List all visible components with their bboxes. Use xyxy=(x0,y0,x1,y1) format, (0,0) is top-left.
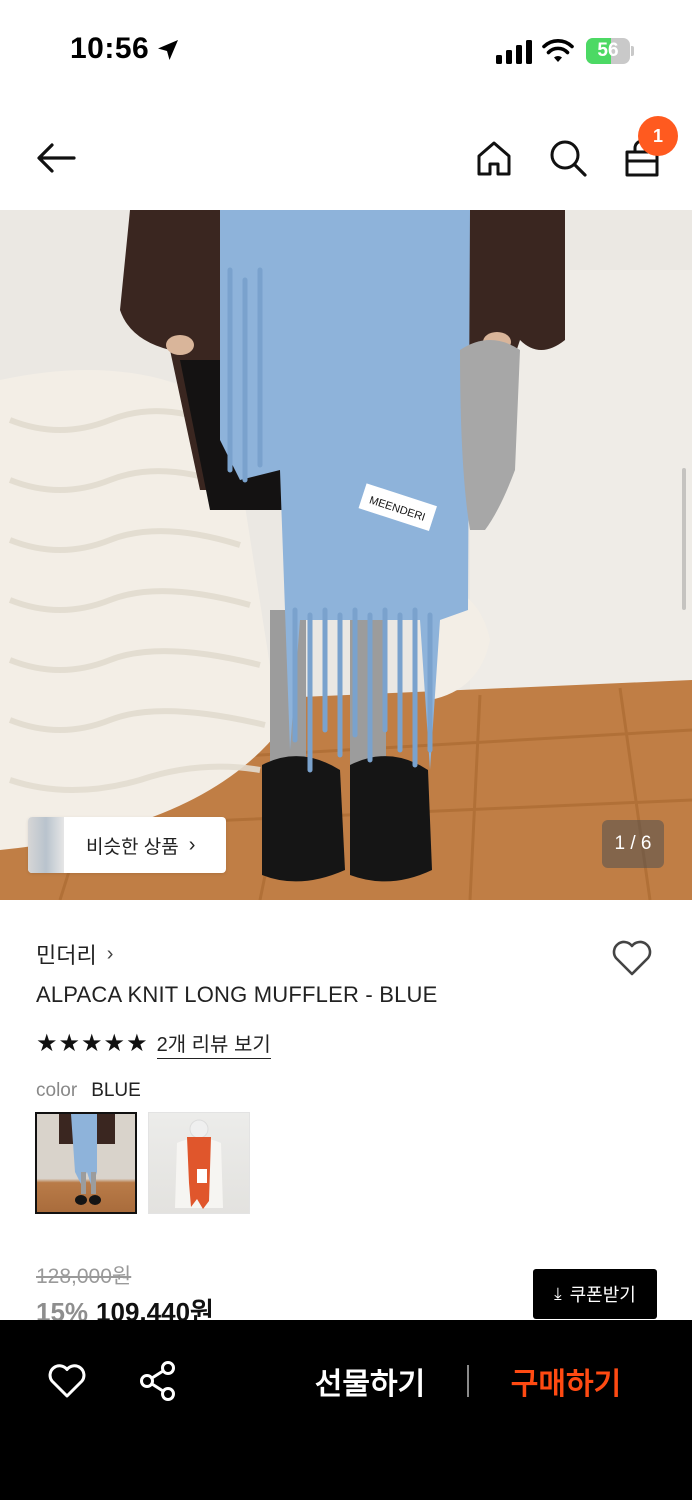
discount-rate: 15% xyxy=(36,1297,89,1322)
wifi-icon xyxy=(542,39,574,62)
action-divider xyxy=(467,1365,469,1397)
similar-products-label: 비슷한 상품 xyxy=(86,836,179,858)
cart-count-badge: 1 xyxy=(638,116,678,156)
download-icon: ⤓ xyxy=(554,1284,562,1303)
color-swatch-orange[interactable] xyxy=(148,1112,250,1214)
bottom-action-bar: 선물하기 구매하기 xyxy=(0,1320,692,1500)
battery-percentage: 56 xyxy=(597,40,619,61)
location-arrow-icon xyxy=(158,40,178,60)
search-button[interactable] xyxy=(546,136,590,180)
share-icon[interactable] xyxy=(138,1360,178,1402)
back-arrow-icon xyxy=(37,143,76,173)
product-title: ALPACA KNIT LONG MUFFLER - BLUE xyxy=(36,982,438,1007)
sale-price: 109,440원 xyxy=(96,1297,214,1322)
rating-stars: ★ ★ ★ ★ ★ xyxy=(36,1030,149,1058)
gift-button[interactable]: 선물하기 xyxy=(300,1358,440,1404)
color-option-row: color BLUE xyxy=(36,1080,141,1102)
star-icon: ★ xyxy=(36,1029,58,1057)
status-time: 10:56 xyxy=(70,32,150,65)
brand-link[interactable]: 민더리 › xyxy=(36,938,113,970)
similar-products-thumbnail xyxy=(28,817,64,873)
color-label: color xyxy=(36,1080,78,1101)
back-button[interactable] xyxy=(34,136,78,180)
rating-row: ★ ★ ★ ★ ★ 2개 리뷰 보기 xyxy=(36,1028,271,1059)
color-swatch-blue[interactable] xyxy=(35,1112,137,1214)
battery-charging-icon: 56 xyxy=(586,38,634,64)
chevron-right-icon: › xyxy=(106,942,114,965)
wishlist-heart-icon[interactable] xyxy=(610,936,654,980)
original-price: 128,000원 xyxy=(36,1265,132,1288)
buy-button[interactable]: 구매하기 xyxy=(496,1358,636,1404)
coupon-download-button[interactable]: ⤓ 쿠폰받기 xyxy=(533,1269,657,1319)
star-icon: ★ xyxy=(103,1029,126,1057)
review-link[interactable]: 2개 리뷰 보기 xyxy=(156,1028,271,1059)
top-nav-bar: 1 xyxy=(0,110,692,206)
star-icon: ★ xyxy=(126,1029,148,1057)
blue-muffler-thumbnail xyxy=(59,1114,115,1205)
coupon-label: 쿠폰받기 xyxy=(569,1285,636,1305)
cellular-signal-icon xyxy=(496,40,532,64)
search-icon xyxy=(550,140,587,177)
orange-muffler-thumbnail xyxy=(175,1119,223,1209)
image-page-indicator: 1 / 6 xyxy=(602,820,664,868)
star-icon: ★ xyxy=(58,1029,81,1057)
star-icon: ★ xyxy=(81,1029,103,1057)
home-button[interactable] xyxy=(472,136,516,180)
battery-cap xyxy=(631,46,634,56)
chevron-right-icon: › xyxy=(188,833,196,856)
gallery-scroll-indicator xyxy=(682,468,686,610)
like-heart-icon[interactable] xyxy=(46,1360,88,1402)
similar-products-button[interactable]: 비슷한 상품 › xyxy=(28,817,226,873)
home-icon xyxy=(477,141,511,176)
status-bar: 10:56 56 xyxy=(0,0,692,100)
product-image-gallery[interactable]: MEENDERI xyxy=(0,210,692,900)
product-photo: MEENDERI xyxy=(0,210,692,900)
brand-name: 민더리 xyxy=(36,943,97,968)
color-value: BLUE xyxy=(91,1080,141,1101)
price-row: 15% 109,440원 xyxy=(36,1292,214,1322)
